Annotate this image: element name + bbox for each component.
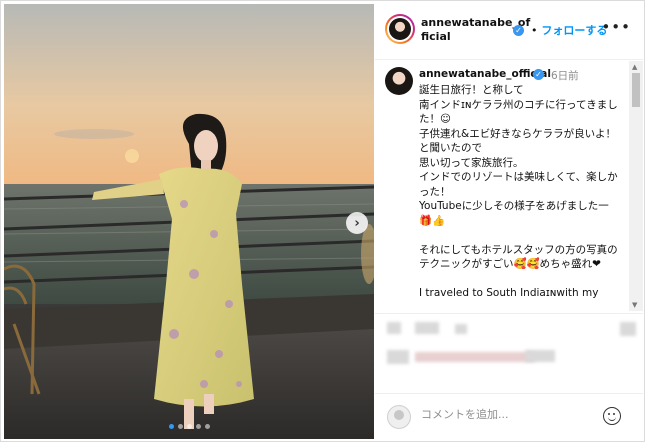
follow-button[interactable]: • フォローする: [531, 22, 607, 38]
emoji-smile-icon[interactable]: [603, 407, 621, 425]
more-options-icon[interactable]: •••: [601, 18, 631, 36]
add-comment-bar: [375, 393, 643, 440]
carousel-dot: [177, 424, 183, 429]
post-caption: 誕生日旅行！と称して 南インドɪɴケララ州のコチに行ってきました！☺ 子供連れ&…: [419, 84, 618, 299]
carousel-indicator: [4, 424, 374, 429]
chevron-right-icon: ›: [354, 215, 360, 231]
scroll-down-icon[interactable]: ▼: [632, 301, 637, 309]
post-photo[interactable]: ›: [4, 4, 374, 439]
caption-scrollbar[interactable]: ▲ ▼: [629, 61, 643, 311]
follow-label: フォローする: [541, 24, 608, 37]
photo-image: [4, 4, 374, 439]
post-timestamp[interactable]: 6日前: [551, 68, 579, 83]
current-user-avatar: [387, 405, 411, 429]
carousel-dot: [168, 424, 174, 429]
verified-badge-icon: ✓: [533, 69, 544, 80]
scrollbar-thumb[interactable]: [632, 73, 640, 107]
comments-area-blurred: [375, 313, 643, 394]
carousel-dot: [195, 424, 201, 429]
carousel-dot: [186, 424, 192, 429]
post-header: annewatanabe_of ficial ✓ • フォローする •••: [375, 1, 643, 60]
profile-avatar[interactable]: [385, 14, 415, 44]
scroll-up-icon[interactable]: ▲: [632, 63, 637, 71]
post-sidebar: annewatanabe_of ficial ✓ • フォローする ••• an…: [375, 1, 645, 441]
separator-dot: •: [531, 24, 538, 37]
carousel-dot: [204, 424, 210, 429]
caption-username[interactable]: annewatanabe_official: [419, 68, 551, 80]
next-image-button[interactable]: ›: [346, 212, 368, 234]
verified-badge-icon: ✓: [513, 25, 524, 36]
caption-section: annewatanabe_official ✓ 6日前 誕生日旅行！と称して 南…: [375, 61, 629, 309]
post-modal: › annewatanabe_of ficial ✓ • フォローする ••• …: [0, 0, 645, 442]
comment-input[interactable]: [421, 408, 591, 421]
caption-avatar[interactable]: [385, 67, 413, 95]
